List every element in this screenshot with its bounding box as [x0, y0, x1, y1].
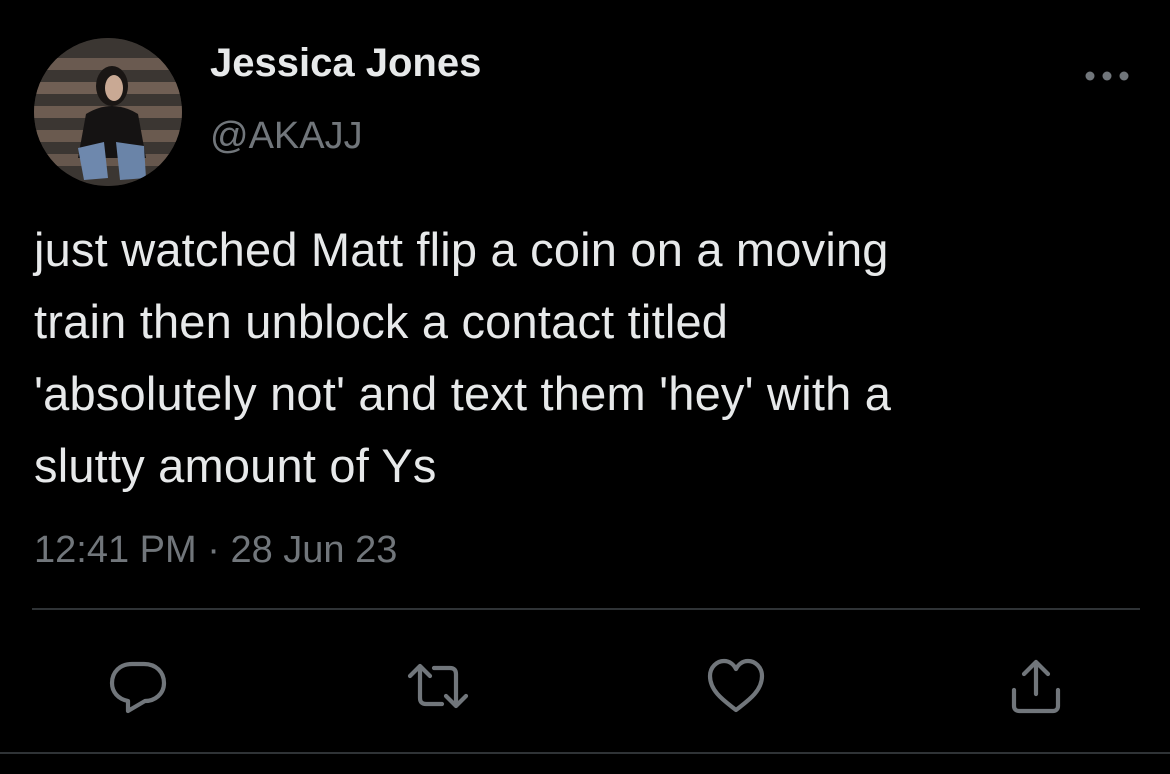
reply-button[interactable]: [106, 654, 170, 718]
avatar[interactable]: [34, 38, 182, 186]
like-button[interactable]: [704, 654, 768, 718]
tweet-text: just watched Matt flip a coin on a movin…: [34, 214, 1164, 502]
tweet-date: 28 Jun 23: [230, 529, 398, 571]
heart-icon: [707, 658, 765, 713]
tweet: Jessica Jones @AKAJJ just watched Matt f…: [0, 0, 1170, 774]
meta-separator: ·: [207, 529, 220, 571]
display-name[interactable]: Jessica Jones: [210, 40, 481, 86]
tweet-text-line: slutty amount of Ys: [34, 439, 437, 492]
tweet-timestamp[interactable]: 12:41 PM · 28 Jun 23: [34, 524, 397, 576]
tweet-text-line: just watched Matt flip a coin on a movin…: [34, 223, 889, 276]
divider: [32, 608, 1140, 610]
retweet-icon: [407, 663, 469, 709]
tweet-time: 12:41 PM: [34, 529, 197, 571]
more-horizontal-icon: [1085, 71, 1129, 81]
more-options-button[interactable]: [1082, 62, 1132, 90]
user-handle[interactable]: @AKAJJ: [210, 114, 363, 158]
avatar-image: [34, 38, 182, 186]
divider: [0, 752, 1170, 754]
share-icon: [1011, 659, 1061, 714]
reply-icon: [109, 661, 167, 714]
tweet-text-line: 'absolutely not' and text them 'hey' wit…: [34, 367, 892, 420]
retweet-button[interactable]: [406, 654, 470, 718]
share-button[interactable]: [1004, 654, 1068, 718]
tweet-text-line: train then unblock a contact titled: [34, 295, 729, 348]
